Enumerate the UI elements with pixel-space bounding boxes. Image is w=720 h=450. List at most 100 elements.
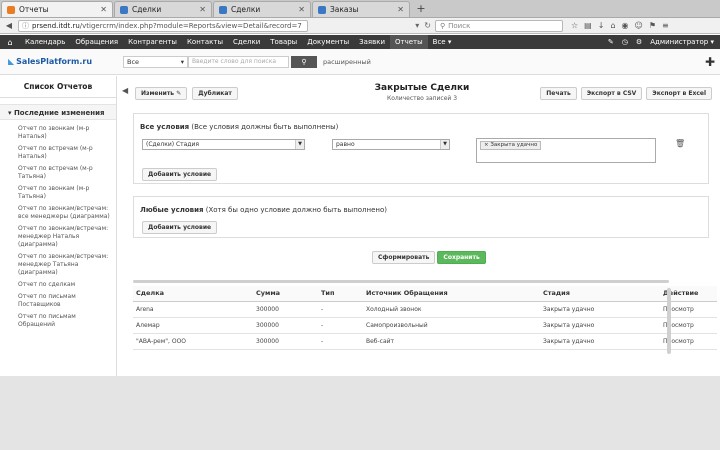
module-select[interactable]: Все ▾ — [123, 55, 188, 68]
gear-icon[interactable]: ⚙ — [636, 38, 642, 46]
condition-operator-value: равно — [336, 141, 355, 148]
sidebar-item[interactable]: Отчет по звонкам (м-р Наталья) — [0, 123, 116, 143]
home-icon[interactable]: ⌂ — [0, 38, 20, 47]
sidebar-item[interactable]: Отчет по встречам (м-р Наталья) — [0, 143, 116, 163]
logo[interactable]: ◣ SalesPlatform.ru — [0, 57, 120, 66]
close-icon[interactable]: ✕ — [397, 5, 404, 14]
advanced-search-link[interactable]: расширенный — [323, 58, 371, 66]
nav-accounts[interactable]: Контрагенты — [123, 35, 182, 49]
sidebar-item[interactable]: Отчет по сделкам — [0, 279, 116, 291]
close-icon[interactable]: ✕ — [100, 5, 107, 14]
sidebar-item[interactable]: Отчет по звонкам/встречам: все менеджеры… — [0, 203, 116, 223]
quick-create-icon[interactable]: ✚ — [705, 55, 715, 69]
browser-search-input[interactable]: ⚲ Поиск — [435, 19, 563, 32]
close-icon[interactable]: ✕ — [298, 5, 305, 14]
any-conditions-title-bold: Любые условия — [140, 206, 204, 214]
back-icon[interactable]: ◀ — [3, 20, 15, 32]
trash-icon[interactable]: 🗑 — [675, 139, 685, 148]
value-chip[interactable]: × Закрыта удачно — [480, 141, 542, 150]
pencil-icon[interactable]: ✎ — [608, 38, 614, 46]
chevron-down-icon: ▼ — [295, 140, 304, 149]
column-header[interactable]: Стадия — [540, 286, 660, 302]
sidebar-item[interactable]: Отчет по звонкам/встречам: менеджер Тать… — [0, 251, 116, 279]
sidebar-item[interactable]: Отчет по письмам Обращений — [0, 311, 116, 331]
nav-calendar[interactable]: Календарь — [20, 35, 70, 49]
column-header[interactable]: Тип — [318, 286, 363, 302]
table-cell: - — [318, 317, 363, 334]
column-header[interactable]: Сделка — [133, 286, 253, 302]
global-search-input[interactable]: Введите слово для поиска — [188, 55, 289, 68]
logo-text: SalesPlatform.ru — [16, 57, 93, 66]
print-button[interactable]: Печать — [540, 87, 577, 100]
browser-tab-orders[interactable]: Заказы ✕ — [312, 1, 410, 17]
reload-icon[interactable]: ↻ — [424, 21, 431, 30]
any-conditions-panel: Любые условия (Хотя бы одно условие долж… — [133, 196, 709, 238]
nav-tickets[interactable]: Обращения — [70, 35, 123, 49]
browser-tab-deals-1[interactable]: Сделки ✕ — [114, 1, 212, 17]
column-header[interactable]: Сумма — [253, 286, 318, 302]
add-condition-button[interactable]: Добавить условие — [142, 221, 218, 234]
edit-button[interactable]: Изменить ✎ — [135, 87, 188, 100]
add-condition-button[interactable]: Добавить условие — [142, 168, 218, 181]
condition-field-select[interactable]: (Сделки) Стадия ▼ — [142, 139, 305, 150]
table-row[interactable]: Алемар 300000 - Самопроизвольный Закрыта… — [133, 317, 717, 334]
url-actions: ▾ ↻ — [308, 21, 435, 30]
duplicate-button[interactable]: Дубликат — [192, 87, 238, 100]
info-icon: ⓘ — [22, 21, 29, 30]
sidebar-item[interactable]: Отчет по звонкам (м-р Татьяна) — [0, 183, 116, 203]
browser-tab-reports[interactable]: Отчеты ✕ — [1, 1, 113, 17]
any-conditions-note: (Хотя бы одно условие должно быть выполн… — [205, 206, 388, 214]
table-row[interactable]: "АВА-рем", ООО 300000 - Веб-сайт Закрыта… — [133, 333, 717, 350]
sidebar-item[interactable]: Отчет по встречам (м-р Татьяна) — [0, 163, 116, 183]
table-cell[interactable]: Arena — [133, 301, 253, 318]
nav-reports[interactable]: Отчеты — [390, 35, 428, 49]
table-cell: Закрыта удачно — [540, 301, 660, 318]
sidebar-section[interactable]: ▾ Последние изменения — [0, 104, 116, 120]
table-cell[interactable]: Алемар — [133, 317, 253, 334]
extension-icon[interactable]: ◉ — [622, 21, 629, 30]
chevron-down-icon: ▾ — [180, 57, 184, 66]
horizontal-scrollbar[interactable] — [133, 280, 669, 283]
bookmark-star-icon[interactable]: ☆ — [571, 21, 578, 30]
export-csv-button[interactable]: Экспорт в CSV — [580, 87, 643, 100]
dropdown-icon[interactable]: ▾ — [415, 21, 419, 30]
table-row[interactable]: Arena 300000 - Холодный звонок Закрыта у… — [133, 301, 717, 318]
user-menu[interactable]: Администратор ▾ — [650, 38, 714, 46]
column-header[interactable]: Источник Обращения — [363, 286, 540, 302]
edit-label: Изменить — [141, 90, 175, 97]
all-conditions-title-bold: Все условия — [140, 123, 190, 131]
home-icon[interactable]: ⌂ — [610, 21, 615, 30]
chat-icon[interactable]: ☺ — [635, 21, 643, 30]
table-cell[interactable]: "АВА-рем", ООО — [133, 333, 253, 350]
condition-operator-select[interactable]: равно ▼ — [332, 139, 450, 150]
url-domain: prsend.itdt.ru — [32, 21, 80, 30]
vertical-scrollbar[interactable] — [667, 288, 671, 354]
menu-icon[interactable]: ≡ — [662, 21, 669, 30]
module-select-value: Все — [127, 57, 140, 66]
generate-button[interactable]: Сформировать — [372, 251, 436, 264]
nav-documents[interactable]: Документы — [302, 35, 354, 49]
save-button[interactable]: Сохранить — [437, 251, 486, 264]
download-icon[interactable]: ↓ — [598, 21, 605, 30]
nav-requests[interactable]: Заявки — [354, 35, 390, 49]
url-field[interactable]: ⓘ prsend.itdt.ru /vtigercrm/index.php?mo… — [18, 19, 308, 32]
new-tab-icon[interactable]: + — [413, 1, 429, 17]
close-icon[interactable]: ✕ — [199, 5, 206, 14]
sidebar-item[interactable]: Отчет по письмам Поставщиков — [0, 291, 116, 311]
tab-label: Отчеты — [19, 5, 49, 14]
pin-icon[interactable]: ⚑ — [649, 21, 656, 30]
export-excel-button[interactable]: Экспорт в Excel — [646, 87, 712, 100]
nav-all[interactable]: Все ▾ — [428, 35, 457, 49]
nav-deals[interactable]: Сделки — [228, 35, 265, 49]
chip-remove-icon[interactable]: × — [484, 142, 489, 148]
search-button[interactable]: ⚲ — [291, 55, 317, 68]
page-title: Закрытые Сделки — [374, 83, 470, 93]
condition-value-multiselect[interactable]: × Закрыта удачно — [476, 138, 656, 163]
all-conditions-panel: Все условия (Все условия должны быть вып… — [133, 113, 709, 184]
nav-contacts[interactable]: Контакты — [182, 35, 228, 49]
clock-icon[interactable]: ◷ — [622, 38, 628, 46]
browser-tab-deals-2[interactable]: Сделки ✕ — [213, 1, 311, 17]
nav-products[interactable]: Товары — [265, 35, 302, 49]
reading-list-icon[interactable]: ▤ — [584, 21, 592, 30]
sidebar-item[interactable]: Отчет по звонкам/встречам: менеджер Ната… — [0, 223, 116, 251]
